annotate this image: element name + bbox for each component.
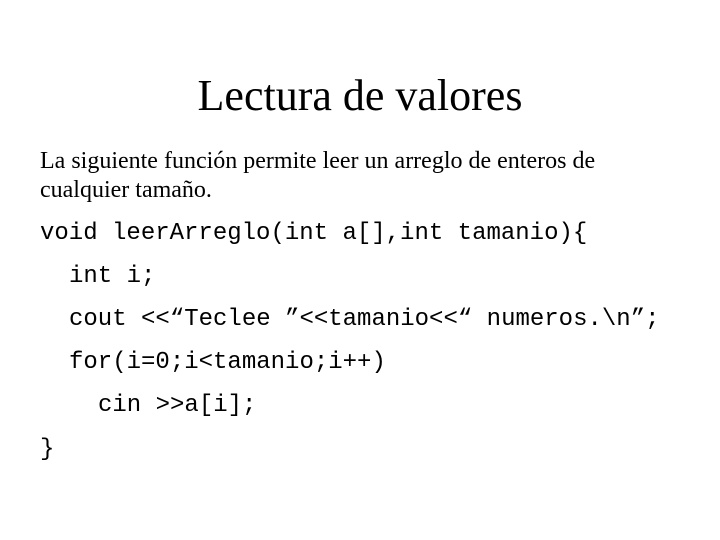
intro-line-1: La siguiente función permite leer un arr… (40, 148, 596, 174)
code-line-closing-brace: } (40, 436, 55, 463)
code-line-for-loop: for(i=0;i<tamanio;i++) (69, 349, 386, 376)
slide-title: Lectura de valores (197, 71, 523, 120)
code-line-cin: cin >>a[i]; (98, 392, 257, 419)
code-line-function-signature: void leerArreglo(int a[],int tamanio){ (40, 220, 588, 247)
code-line-declaration: int i; (69, 263, 156, 290)
intro-line-2: cualquier tamaño. (40, 177, 212, 203)
intro-paragraph: La siguiente función permite leer un arr… (40, 147, 680, 205)
code-line-cout: cout <<“Teclee ”<<tamanio<<“ numeros.\n”… (69, 306, 660, 333)
